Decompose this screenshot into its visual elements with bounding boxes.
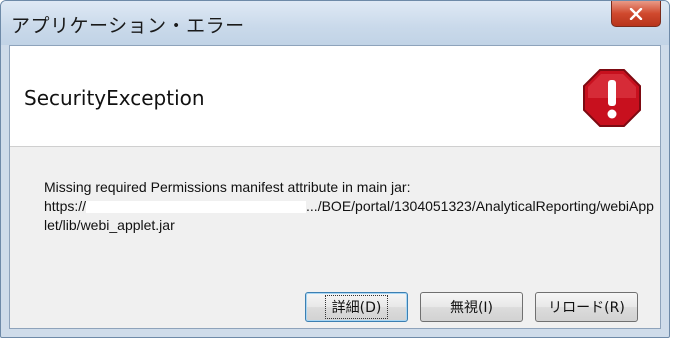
title-bar[interactable]: アプリケーション・エラー xyxy=(1,1,669,45)
ignore-button[interactable]: 無視(I) xyxy=(420,292,523,322)
exception-title: SecurityException xyxy=(24,86,205,110)
error-octagon-icon xyxy=(583,69,641,127)
close-icon xyxy=(629,7,643,20)
redacted-url-segment xyxy=(86,201,307,214)
button-row: 詳細(D) 無視(I) リロード(R) xyxy=(305,292,638,322)
dialog-body: SecurityException Missing required Permi… xyxy=(9,45,661,329)
details-button[interactable]: 詳細(D) xyxy=(305,292,408,322)
close-button[interactable] xyxy=(611,1,661,27)
exception-header: SecurityException xyxy=(10,46,660,147)
error-message: Missing required Permissions manifest at… xyxy=(44,178,656,235)
message-url-prefix: https:// xyxy=(44,198,87,214)
reload-button[interactable]: リロード(R) xyxy=(535,292,638,322)
message-line-1: Missing required Permissions manifest at… xyxy=(44,179,411,195)
details-button-label: 詳細(D) xyxy=(324,295,389,319)
window-title: アプリケーション・エラー xyxy=(11,15,245,37)
error-dialog-window: アプリケーション・エラー SecurityException Missing r… xyxy=(0,0,670,338)
